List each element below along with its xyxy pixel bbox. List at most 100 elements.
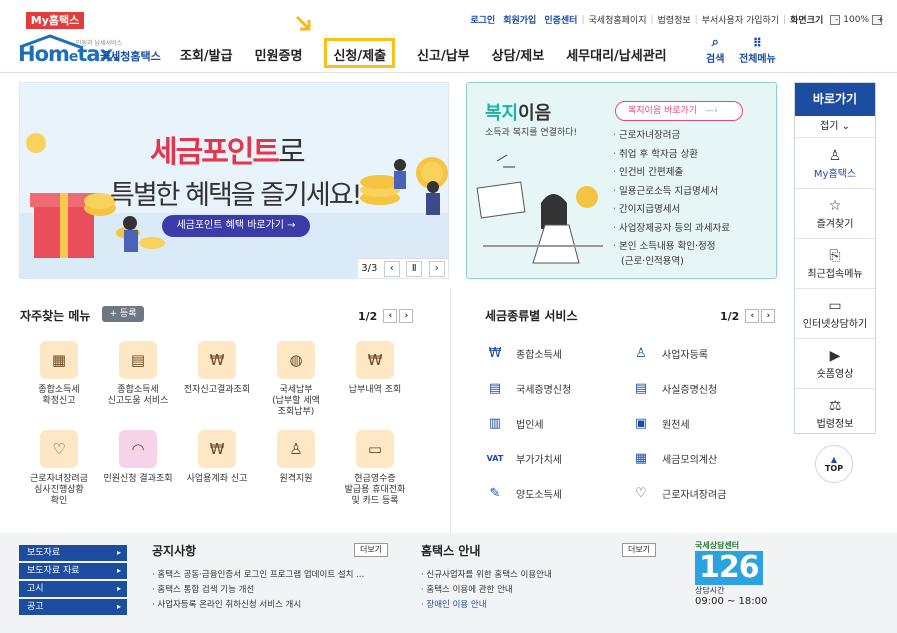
welfare-item[interactable]: 본인 소득내용 확인·정정: [613, 238, 730, 257]
welfare-illustration: [476, 154, 603, 264]
freq-item[interactable]: ▦ 종합소득세 확정신고: [19, 341, 99, 407]
pause-icon[interactable]: Ⅱ: [406, 260, 423, 277]
search-label: 검색: [706, 54, 725, 65]
tax-service-item[interactable]: ₩ 종합소득세: [484, 343, 562, 363]
chevron-up-icon: ▲: [830, 455, 838, 464]
collapse-button[interactable]: 접기 ⌄: [795, 116, 875, 138]
notice-item[interactable]: 홈택스 통합 검색 기능 개선: [152, 583, 402, 598]
nav-divider: [0, 72, 897, 73]
welfare-item[interactable]: 취업 후 학자금 상환: [613, 146, 730, 165]
banner-page-indicator: 3/3: [361, 263, 378, 274]
welfare-item-cont[interactable]: (근로·인적용역): [613, 256, 730, 267]
top-button[interactable]: ▲ TOP: [815, 445, 853, 483]
tax-service-item[interactable]: ▦ 세금모의계산: [630, 448, 717, 468]
nav-apply-submit[interactable]: 신청/제출: [324, 38, 396, 68]
freq-item[interactable]: ₩ 납부내역 조회: [335, 341, 415, 396]
dept-signup-link[interactable]: 부서사용자 가입하기: [698, 13, 783, 26]
announcement-link[interactable]: 공고: [19, 599, 127, 615]
tax-service-item[interactable]: VAT 부가가치세: [484, 448, 562, 468]
all-menu-button[interactable]: ⠿ 전체메뉴: [739, 36, 776, 65]
tax-service-item[interactable]: ▣ 원천세: [630, 413, 690, 433]
quick-menu: 바로가기 접기 ⌄ ♙ My홈택스 ☆ 즐겨찾기 ⎘ 최근접속메뉴 ▭ 인터넷상담하기 …: [794, 82, 876, 434]
notice-gosi-link[interactable]: 고시: [19, 581, 127, 597]
tax-service-item[interactable]: ▤ 사실증명신청: [630, 378, 717, 398]
my-hometax-tab[interactable]: My홈택스: [26, 12, 84, 29]
nav-certificate[interactable]: 민원증명: [255, 45, 303, 68]
main-banner[interactable]: 세금포인트로 특별한 혜택을 즐기세요! 세금포인트 혜택 바로가기 → 3/3…: [19, 82, 449, 279]
press-data-link[interactable]: 보도자료 자료: [19, 563, 127, 579]
guide-item[interactable]: 장애인 이용 안내: [421, 598, 661, 613]
tax-service-item[interactable]: ♡ 근로자녀장려금: [630, 483, 726, 503]
law-info-link[interactable]: 법령정보: [654, 13, 695, 26]
tax-service-item[interactable]: ▤ 국세증명신청: [484, 378, 571, 398]
notice-list: 홈택스 공동·금융인증서 로그인 프로그램 업데이트 설치 ... 홈택스 통합…: [152, 568, 402, 613]
quick-my-hometax[interactable]: ♙ My홈택스: [795, 139, 875, 189]
heart-hand-icon: ♡: [40, 430, 78, 468]
tax-point-button[interactable]: 세금포인트 혜택 바로가기 →: [162, 215, 310, 237]
guide-item[interactable]: 신규사업자를 위한 홈택스 이용안내: [421, 568, 661, 583]
document-icon: ▤: [634, 380, 648, 396]
money-bag-icon: ◍: [277, 341, 315, 379]
login-link[interactable]: 로그인: [466, 13, 499, 26]
notice-more-button[interactable]: 더보기: [354, 543, 388, 557]
zoom-in-button[interactable]: +: [872, 14, 884, 25]
nav-inquiry[interactable]: 조회/발급: [180, 45, 233, 68]
search-button[interactable]: ⌕ 검색: [706, 36, 725, 66]
quick-consult[interactable]: ▭ 인터넷상담하기: [795, 289, 875, 339]
quick-law[interactable]: ⚖ 법령정보: [795, 389, 875, 439]
quick-favorites[interactable]: ☆ 즐겨찾기: [795, 189, 875, 239]
guide-more-button[interactable]: 더보기: [622, 543, 656, 557]
freq-item[interactable]: ▤ 종합소득세 신고도움 서비스: [98, 341, 178, 407]
nav-consult[interactable]: 상담/제보: [492, 45, 545, 68]
welfare-item[interactable]: 근로자녀장려금: [613, 127, 730, 146]
notice-item[interactable]: 사업자등록 온라인 취하신청 서비스 개시: [152, 598, 402, 613]
star-icon: ☆: [828, 198, 842, 214]
freq-page-indicator: 1/2: [358, 309, 378, 323]
quick-shorts[interactable]: ▶ 숏폼영상: [795, 339, 875, 389]
freq-item[interactable]: ◠ 민원신청 결과조회: [98, 430, 178, 485]
tax-service-item[interactable]: ✎ 양도소득세: [484, 483, 562, 503]
signup-link[interactable]: 회원가입: [499, 13, 540, 26]
zoom-out-button[interactable]: -: [830, 14, 841, 25]
calendar-icon: ▦: [40, 341, 78, 379]
doc-search-icon: ▤: [119, 341, 157, 379]
receipt-card-icon: ▭: [356, 430, 394, 468]
notice-item[interactable]: 홈택스 공동·금융인증서 로그인 프로그램 업데이트 설치 ...: [152, 568, 402, 583]
hometax-logo[interactable]: 민원과 납세서비스 Hometax. 국세청홈택스: [18, 34, 168, 68]
welfare-item[interactable]: 일용근로소득 지급명세서: [613, 183, 730, 202]
tax-service-item[interactable]: ♙ 사업자등록: [630, 343, 708, 363]
arrow-icon: —›: [705, 106, 718, 116]
nav-tax-agent[interactable]: 세무대리/납세관리: [566, 45, 666, 68]
notice-title: 공지사항: [152, 544, 197, 558]
freq-item[interactable]: ♙ 원격지원: [256, 430, 336, 485]
next-icon[interactable]: ›: [428, 260, 445, 277]
prev-icon[interactable]: ‹: [383, 309, 398, 323]
monitor-icon: ▭: [828, 298, 842, 314]
welfare-panel: 복지이음 소득과 복지를 연결하다! 복지이음 바로가기—› 근로자녀장려금 취…: [466, 82, 777, 279]
nav-report-pay[interactable]: 신고/납부: [417, 45, 470, 68]
nts-home-link[interactable]: 국세청홈페이지: [585, 13, 651, 26]
tax-service-item[interactable]: ▥ 법인세: [484, 413, 544, 433]
call-center: 국세상담센터 126 상담시간 09:00 ~ 18:00: [695, 540, 775, 625]
register-button[interactable]: + 등록: [102, 306, 144, 322]
guide-item[interactable]: 홈택스 이용에 관한 안내: [421, 583, 661, 598]
prev-icon[interactable]: ‹: [383, 260, 400, 277]
tax-service-title: 세금종류별 서비스: [485, 309, 578, 323]
welfare-item[interactable]: 인건비 간편제출: [613, 164, 730, 183]
call-center-number[interactable]: 126: [695, 551, 763, 585]
next-icon[interactable]: ›: [761, 309, 776, 323]
next-icon[interactable]: ›: [399, 309, 414, 323]
freq-item[interactable]: ₩ 전자신고결과조회: [177, 341, 257, 396]
press-release-link[interactable]: 보도자료: [19, 545, 127, 561]
freq-item[interactable]: ◍ 국세납부 (납부할 세액 조회납부): [256, 341, 336, 418]
freq-item[interactable]: ♡ 근로자녀장려금 심사진행상황 확인: [19, 430, 99, 507]
cert-center-link[interactable]: 인증센터: [540, 13, 581, 26]
quick-recent[interactable]: ⎘ 최근접속메뉴: [795, 239, 875, 289]
welfare-item[interactable]: 사업장제공자 등의 과세자료: [613, 220, 730, 239]
prev-icon[interactable]: ‹: [745, 309, 760, 323]
freq-item[interactable]: ▭ 현금영수증 발급용 휴대전화 및 카드 등록: [335, 430, 415, 507]
freq-item[interactable]: ₩ 사업용계좌 신고: [177, 430, 257, 485]
welfare-link-button[interactable]: 복지이음 바로가기 —›: [615, 101, 743, 121]
pointer-arrow-icon: [295, 15, 311, 31]
welfare-item[interactable]: 간이지급명세서: [613, 201, 730, 220]
